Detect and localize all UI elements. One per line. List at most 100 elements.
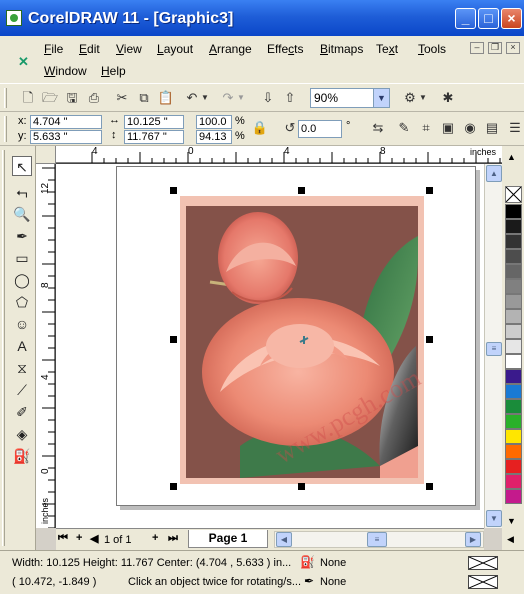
coreldraw-app-icon[interactable]: [6, 10, 22, 26]
rose-bitmap[interactable]: www.pcgh.com: [180, 196, 426, 484]
horizontal-scrollbar[interactable]: ◀ ≡ ▶: [274, 531, 484, 548]
corel-graphics-community-icon[interactable]: ✱: [438, 88, 458, 108]
width-input[interactable]: 10.125 ": [124, 115, 184, 129]
horizontal-ruler[interactable]: 4 0 4 8 inches: [56, 146, 502, 164]
color-swatch[interactable]: [505, 234, 522, 249]
no-color-swatch[interactable]: [505, 186, 522, 203]
handle-right[interactable]: [426, 336, 433, 343]
scale-height-input[interactable]: 94.13: [196, 130, 232, 144]
vertical-ruler[interactable]: 12 8 4 0 inches: [36, 164, 56, 528]
color-swatch[interactable]: [505, 354, 522, 369]
vertical-scroll-thumb[interactable]: ≡: [486, 342, 502, 356]
ellipse-tool-icon[interactable]: ◯: [12, 270, 32, 290]
color-swatch[interactable]: [505, 249, 522, 264]
color-swatch[interactable]: [505, 279, 522, 294]
zoom-tool-icon[interactable]: 🔍: [12, 204, 32, 224]
menu-item[interactable]: View: [116, 42, 142, 56]
chevron-down-icon[interactable]: ▼: [373, 89, 389, 107]
add-page-after-icon[interactable]: +: [152, 532, 158, 544]
handle-bottom-right[interactable]: [426, 483, 433, 490]
menu-item[interactable]: Edit: [79, 42, 100, 56]
interactive-blend-tool-icon[interactable]: ⧖: [12, 358, 32, 378]
resample-icon[interactable]: ▣: [438, 118, 458, 138]
color-swatch[interactable]: [505, 204, 522, 219]
minimize-button[interactable]: _: [455, 8, 476, 29]
fill-tool-icon[interactable]: ◈: [12, 424, 32, 444]
freehand-tool-icon[interactable]: ✒: [12, 226, 32, 246]
horizontal-scroll-thumb[interactable]: ≡: [367, 532, 387, 547]
toolbar-grip[interactable]: [4, 88, 7, 108]
mirror-icon[interactable]: ⇆: [368, 118, 388, 138]
wrap-text-icon[interactable]: ☰: [508, 118, 522, 138]
color-swatch[interactable]: [505, 399, 522, 414]
color-swatch[interactable]: [505, 489, 522, 504]
menu-item[interactable]: Text: [376, 42, 398, 56]
menu-item[interactable]: Layout: [157, 42, 193, 56]
y-position-input[interactable]: 5.633 ": [30, 130, 102, 144]
trace-bitmap-icon[interactable]: ✎: [394, 118, 414, 138]
menu-item[interactable]: Help: [101, 64, 126, 78]
document-icon[interactable]: ✕: [18, 54, 32, 69]
interactive-fill-tool-icon[interactable]: ⛽: [12, 446, 32, 466]
eyedropper-tool-icon[interactable]: ⟋: [12, 380, 32, 400]
rotation-angle-input[interactable]: 0.0: [298, 120, 342, 138]
import-icon[interactable]: ⇩: [258, 88, 278, 108]
menu-item[interactable]: Tools: [418, 42, 446, 56]
color-swatch[interactable]: [505, 384, 522, 399]
save-icon[interactable]: 🖫: [62, 88, 82, 108]
menu-item[interactable]: Effects: [267, 42, 303, 56]
zoom-level-select[interactable]: 90% ▼: [310, 88, 390, 108]
menu-item[interactable]: File: [44, 42, 63, 56]
print-icon[interactable]: ⎙: [84, 88, 104, 108]
handle-top[interactable]: [298, 187, 305, 194]
color-swatch[interactable]: [505, 219, 522, 234]
color-swatch[interactable]: [505, 414, 522, 429]
ruler-origin[interactable]: [36, 146, 56, 164]
height-input[interactable]: 11.767 ": [124, 130, 184, 144]
outline-tool-icon[interactable]: ✐: [12, 402, 32, 422]
redo-dropdown-icon[interactable]: ▼: [236, 88, 246, 108]
handle-top-left[interactable]: [170, 187, 177, 194]
color-swatch[interactable]: [505, 444, 522, 459]
handle-left[interactable]: [170, 336, 177, 343]
add-page-before-icon[interactable]: +: [76, 532, 82, 544]
scroll-up-button[interactable]: ▲: [486, 165, 502, 182]
x-position-input[interactable]: 4.704 ": [30, 115, 102, 129]
undo-dropdown-icon[interactable]: ▼: [200, 88, 210, 108]
close-button[interactable]: ×: [501, 8, 522, 29]
color-swatch[interactable]: [505, 474, 522, 489]
crop-bitmap-icon[interactable]: ⌗: [416, 118, 436, 138]
handle-bottom[interactable]: [298, 483, 305, 490]
color-swatch[interactable]: [505, 369, 522, 384]
edit-bitmap-icon[interactable]: ▤: [482, 118, 502, 138]
color-swatch[interactable]: [505, 429, 522, 444]
menu-item[interactable]: Arrange: [209, 42, 252, 56]
cut-icon[interactable]: ✂: [112, 88, 132, 108]
application-launcher-icon[interactable]: ⚙: [400, 88, 420, 108]
menu-item[interactable]: Bitmaps: [320, 42, 363, 56]
bitmap-color-mask-icon[interactable]: ◉: [460, 118, 480, 138]
page-tab[interactable]: Page 1: [188, 530, 268, 548]
fill-swatch-none[interactable]: [468, 556, 498, 570]
palette-flyout-icon[interactable]: ◀: [507, 534, 514, 545]
color-swatch[interactable]: [505, 264, 522, 279]
color-swatch[interactable]: [505, 324, 522, 339]
menu-item[interactable]: Window: [44, 64, 87, 78]
first-page-icon[interactable]: ⏮: [58, 532, 68, 545]
color-swatch[interactable]: [505, 339, 522, 354]
color-swatch[interactable]: [505, 459, 522, 474]
text-tool-icon[interactable]: A: [12, 336, 32, 356]
rectangle-tool-icon[interactable]: ▭: [12, 248, 32, 268]
palette-scroll-up-icon[interactable]: ▲: [507, 152, 516, 162]
color-swatch[interactable]: [505, 309, 522, 324]
new-document-icon[interactable]: 🗋: [18, 88, 38, 108]
doc-close-button[interactable]: ×: [506, 42, 520, 54]
maximize-button[interactable]: □: [478, 8, 499, 29]
open-icon[interactable]: 🗁: [40, 88, 60, 108]
redo-icon[interactable]: ↷: [218, 88, 238, 108]
handle-top-right[interactable]: [426, 187, 433, 194]
scroll-right-button[interactable]: ▶: [465, 532, 481, 547]
handle-bottom-left[interactable]: [170, 483, 177, 490]
color-swatch[interactable]: [505, 294, 522, 309]
undo-icon[interactable]: ↶: [182, 88, 202, 108]
